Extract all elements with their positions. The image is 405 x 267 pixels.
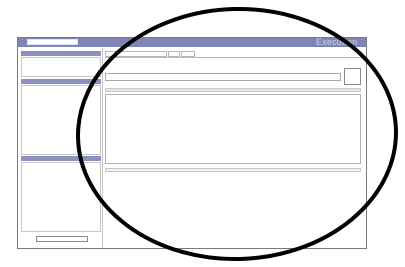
annotation-ellipse — [76, 6, 398, 262]
annotation-ellipse-layer — [76, 6, 398, 262]
